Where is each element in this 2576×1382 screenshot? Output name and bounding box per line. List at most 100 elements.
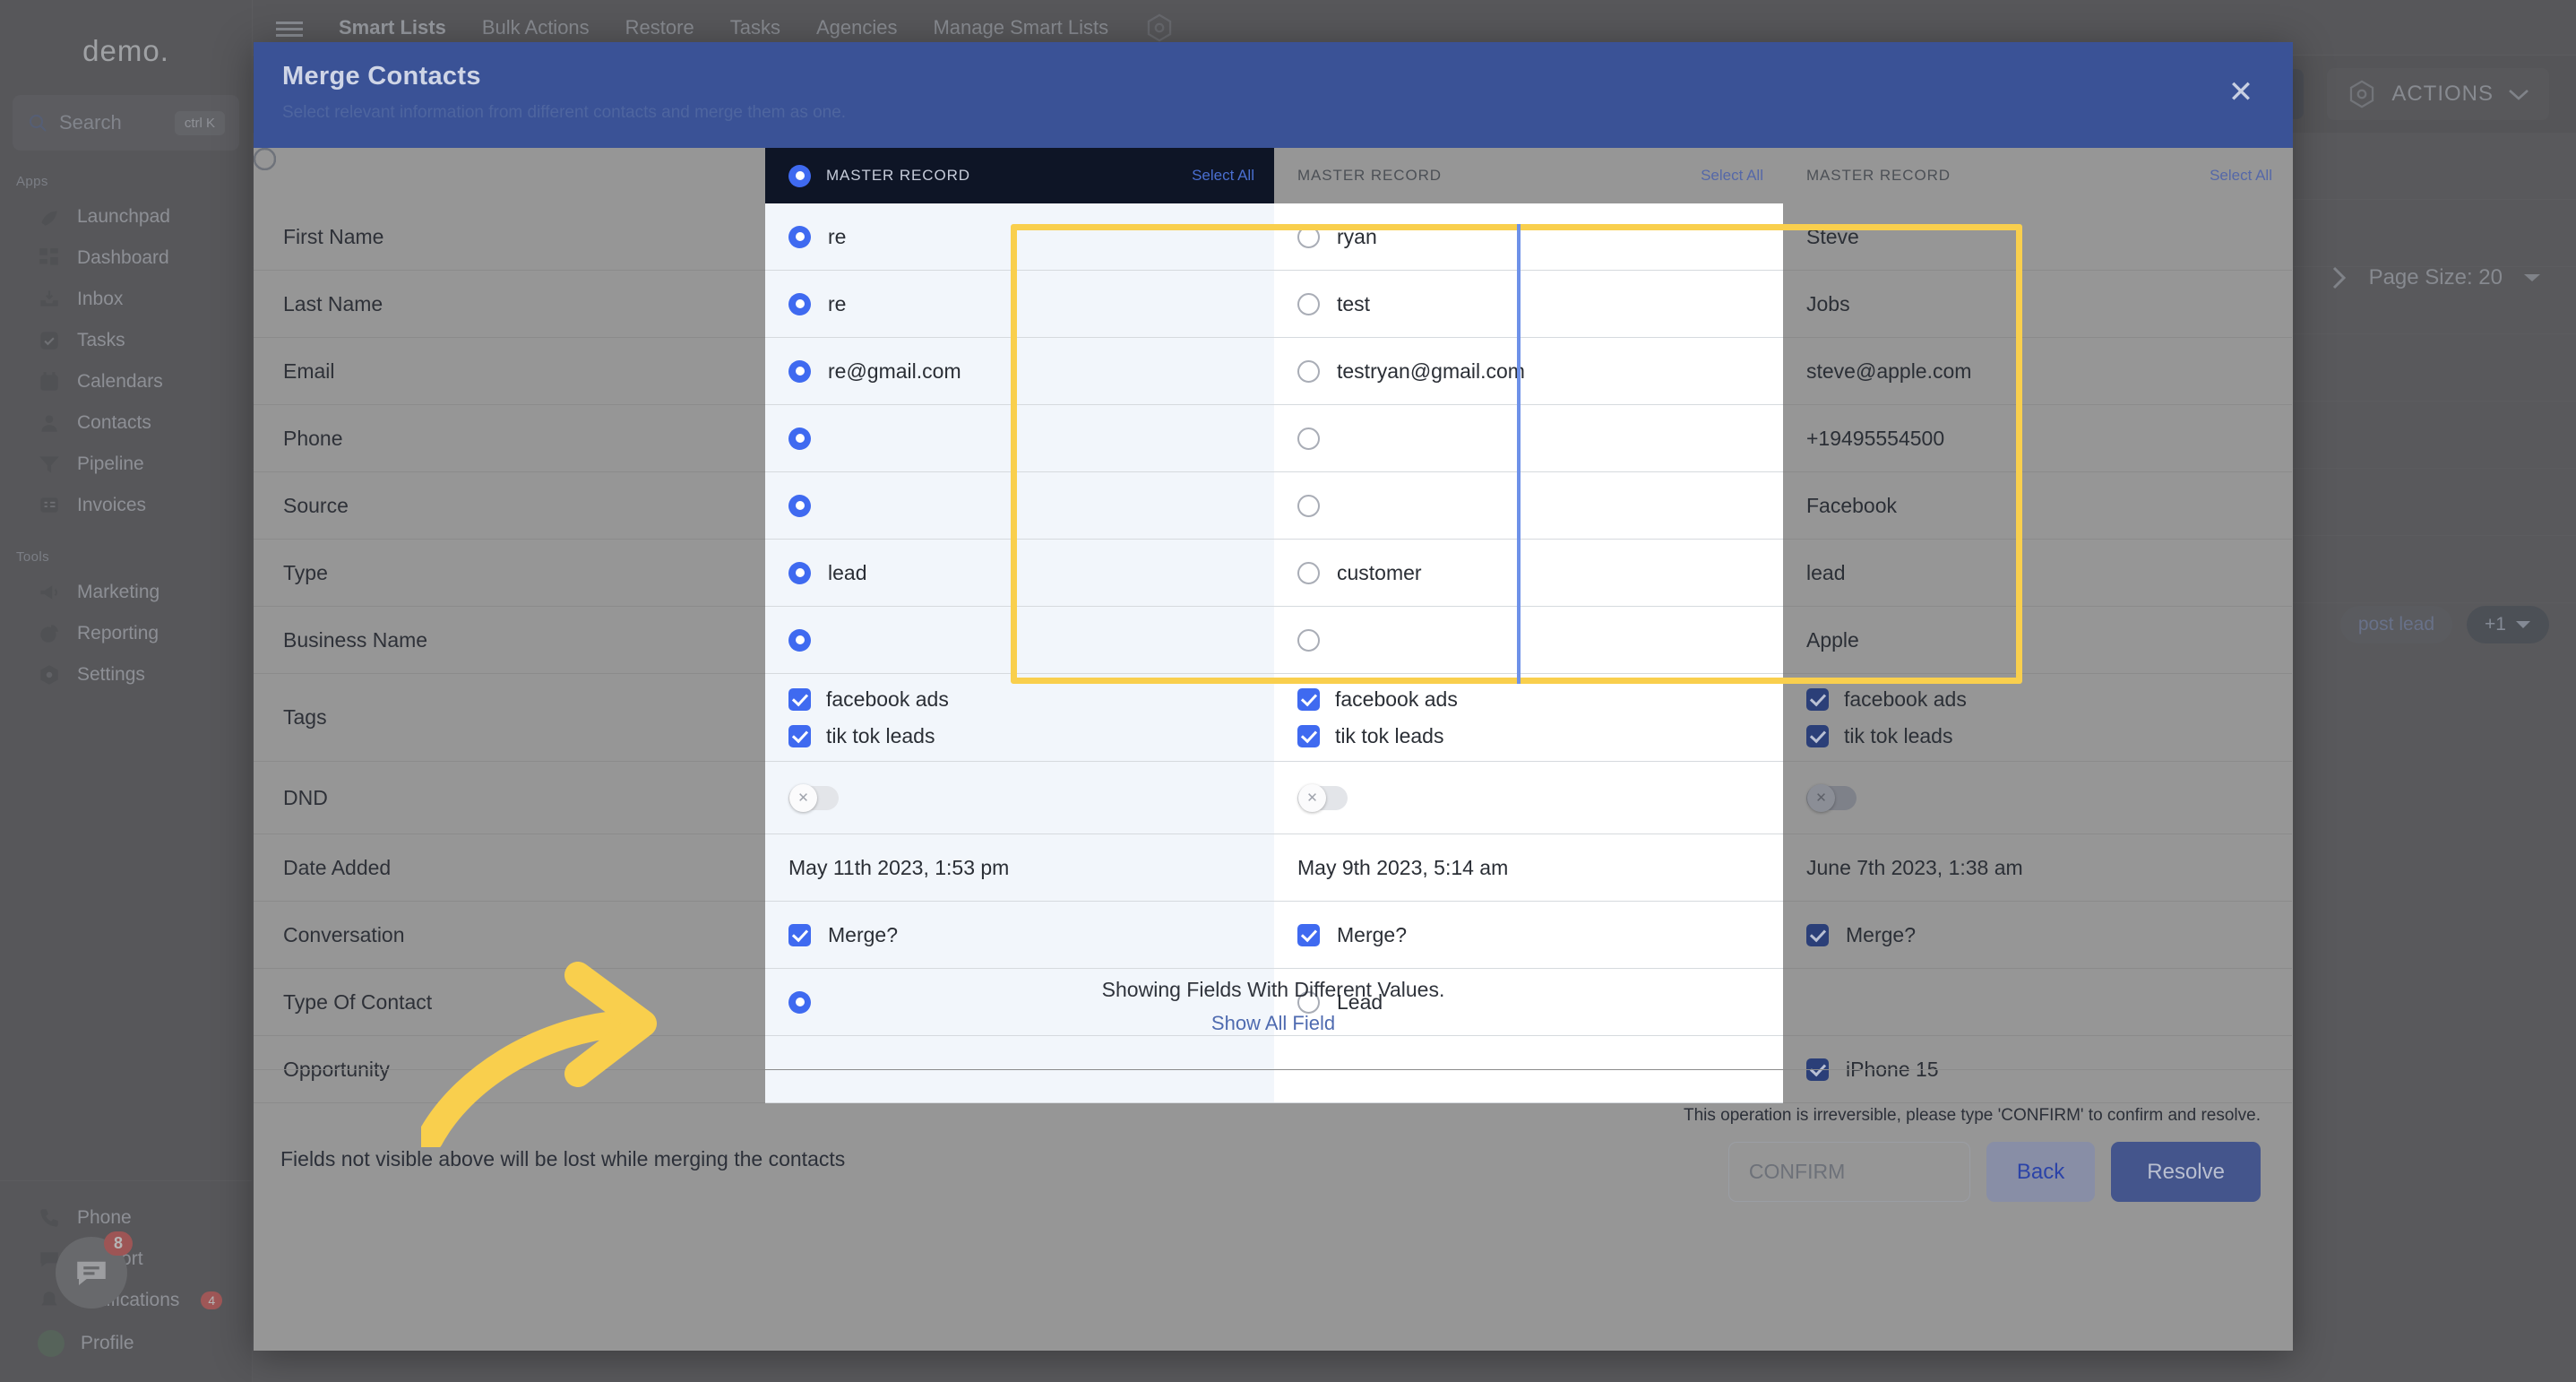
tag-checkbox[interactable] <box>1297 724 1320 747</box>
value-radio[interactable] <box>788 292 811 315</box>
cell-value: test <box>1337 291 1371 315</box>
value-radio[interactable] <box>788 561 811 584</box>
merge-cell[interactable]: May 9th 2023, 5:14 am <box>1274 834 1783 902</box>
merge-cell[interactable]: facebook ads tik tok leads <box>1274 674 1783 762</box>
field-label: Business Name <box>254 607 765 674</box>
merge-row: Source Facebook <box>254 148 2293 540</box>
value-checkbox[interactable] <box>1806 923 1829 946</box>
dnd-toggle[interactable]: ✕ <box>788 783 839 812</box>
toggle-knob-x-icon: ✕ <box>789 783 817 812</box>
dnd-toggle[interactable]: ✕ <box>1297 783 1348 812</box>
showing-note: Showing Fields With Different Values. <box>1101 978 1445 1001</box>
merge-cell[interactable]: June 7th 2023, 1:38 am <box>1783 834 2292 902</box>
tag-checkbox[interactable] <box>1806 687 1829 711</box>
master-record-radio-1[interactable] <box>788 164 811 187</box>
cell-value: lead <box>1806 560 1846 584</box>
merge-cell[interactable]: lead <box>254 148 2292 607</box>
value-radio[interactable] <box>254 148 276 170</box>
value-radio[interactable] <box>1297 494 1320 517</box>
merge-cell[interactable]: Merge? <box>1274 902 1783 969</box>
merge-cell[interactable]: Steve <box>254 148 2292 271</box>
resolve-button[interactable]: Resolve <box>2111 1142 2261 1202</box>
screen-root: demo. Search ctrl K Apps Launchpad Dashb… <box>0 0 2576 1382</box>
merge-cell[interactable]: May 11th 2023, 1:53 pm <box>765 834 1274 902</box>
merge-cell[interactable]: facebook ads tik tok leads <box>1783 674 2292 762</box>
merge-row: First Name re ryan Steve <box>254 148 2293 271</box>
merge-cell[interactable] <box>1274 472 1783 540</box>
field-label: Last Name <box>254 271 765 338</box>
value-radio[interactable] <box>1297 427 1320 450</box>
merge-cell[interactable]: re <box>765 203 1274 271</box>
dnd-toggle[interactable]: ✕ <box>1806 783 1857 812</box>
merge-cell[interactable]: test <box>1274 271 1783 338</box>
value-radio[interactable] <box>1297 292 1320 315</box>
value-radio[interactable] <box>1297 561 1320 584</box>
merge-table-header: MASTER RECORD Select All MASTER RECORD S… <box>254 148 2293 203</box>
select-all-link-2[interactable]: Select All <box>1701 167 1763 185</box>
value-radio[interactable] <box>788 359 811 383</box>
tag-item[interactable]: tik tok leads <box>1806 724 1967 748</box>
confirm-input[interactable] <box>1727 1142 1970 1202</box>
tag-checkbox[interactable] <box>1806 724 1829 747</box>
value-radio[interactable] <box>788 427 811 450</box>
tag-list: facebook ads tik tok leads <box>1297 671 1458 764</box>
merge-cell[interactable]: Merge? <box>765 902 1274 969</box>
merge-row: Email re@gmail.com testryan@gmail.com steve… <box>254 148 2293 405</box>
merge-row: Type lead customer lead <box>254 148 2293 607</box>
value-radio[interactable] <box>1297 225 1320 248</box>
merge-cell[interactable] <box>765 472 1274 540</box>
merge-cell[interactable] <box>1274 405 1783 472</box>
merge-cell[interactable]: ryan <box>1274 203 1783 271</box>
value-radio[interactable] <box>788 494 811 517</box>
column-header-1[interactable]: MASTER RECORD Select All <box>765 148 1274 203</box>
tag-item[interactable]: tik tok leads <box>788 724 949 748</box>
column-header-2[interactable]: MASTER RECORD Select All <box>254 148 1783 203</box>
page-title: Merge Contacts <box>282 62 481 91</box>
merge-cell[interactable]: steve@apple.com <box>254 148 2292 405</box>
value-radio[interactable] <box>1297 359 1320 383</box>
field-label: Date Added <box>254 834 765 902</box>
field-label: Type <box>254 540 765 607</box>
merge-cell[interactable]: customer <box>1274 540 1783 607</box>
value-checkbox[interactable] <box>788 923 811 946</box>
merge-cell[interactable]: lead <box>765 540 1274 607</box>
tag-item[interactable]: facebook ads <box>1297 687 1458 712</box>
close-button[interactable]: ✕ <box>2214 65 2268 119</box>
merge-cell[interactable]: Merge? <box>1783 902 2292 969</box>
select-all-link-1[interactable]: Select All <box>1192 167 1254 185</box>
merge-cell[interactable] <box>765 405 1274 472</box>
merge-cell[interactable]: Facebook <box>254 148 2292 540</box>
column-header-3[interactable]: MASTER RECORD Select All <box>254 148 2292 203</box>
cell-value: re@gmail.com <box>828 358 961 383</box>
tag-label: tik tok leads <box>826 723 935 747</box>
merge-cell[interactable]: ✕ <box>1783 762 2292 834</box>
merge-cell[interactable]: ✕ <box>1274 762 1783 834</box>
merge-cell[interactable]: ✕ <box>765 762 1274 834</box>
value-checkbox[interactable] <box>1297 923 1320 946</box>
modal-header: Merge Contacts Select relevant informati… <box>254 42 2293 148</box>
fields-lost-note: Fields not visible above will be lost wh… <box>280 1147 846 1170</box>
merge-cell[interactable]: testryan@gmail.com <box>1274 338 1783 405</box>
tag-item[interactable]: facebook ads <box>788 687 949 712</box>
merge-row: Phone +19495554500 <box>254 148 2293 472</box>
select-all-link-3[interactable]: Select All <box>2210 167 2272 185</box>
merge-cell[interactable]: Apple <box>254 148 2292 674</box>
tag-item[interactable]: tik tok leads <box>1297 724 1458 748</box>
merge-cell[interactable]: re <box>765 271 1274 338</box>
tag-item[interactable]: facebook ads <box>1806 687 1967 712</box>
value-radio[interactable] <box>1297 628 1320 652</box>
tag-checkbox[interactable] <box>788 687 811 711</box>
merge-cell[interactable] <box>765 607 1274 674</box>
back-button[interactable]: Back <box>1986 1142 2096 1202</box>
tag-checkbox[interactable] <box>1297 687 1320 711</box>
merge-row: Business Name Apple <box>254 148 2293 674</box>
merge-cell[interactable]: Jobs <box>254 148 2292 338</box>
value-radio[interactable] <box>788 225 811 248</box>
tag-checkbox[interactable] <box>788 724 811 747</box>
merge-cell[interactable]: +19495554500 <box>254 148 2292 472</box>
cell-value: steve@apple.com <box>1806 358 1972 383</box>
merge-cell[interactable]: facebook ads tik tok leads <box>765 674 1274 762</box>
merge-cell[interactable]: re@gmail.com <box>765 338 1274 405</box>
value-radio[interactable] <box>788 628 811 652</box>
merge-cell[interactable] <box>1274 607 1783 674</box>
